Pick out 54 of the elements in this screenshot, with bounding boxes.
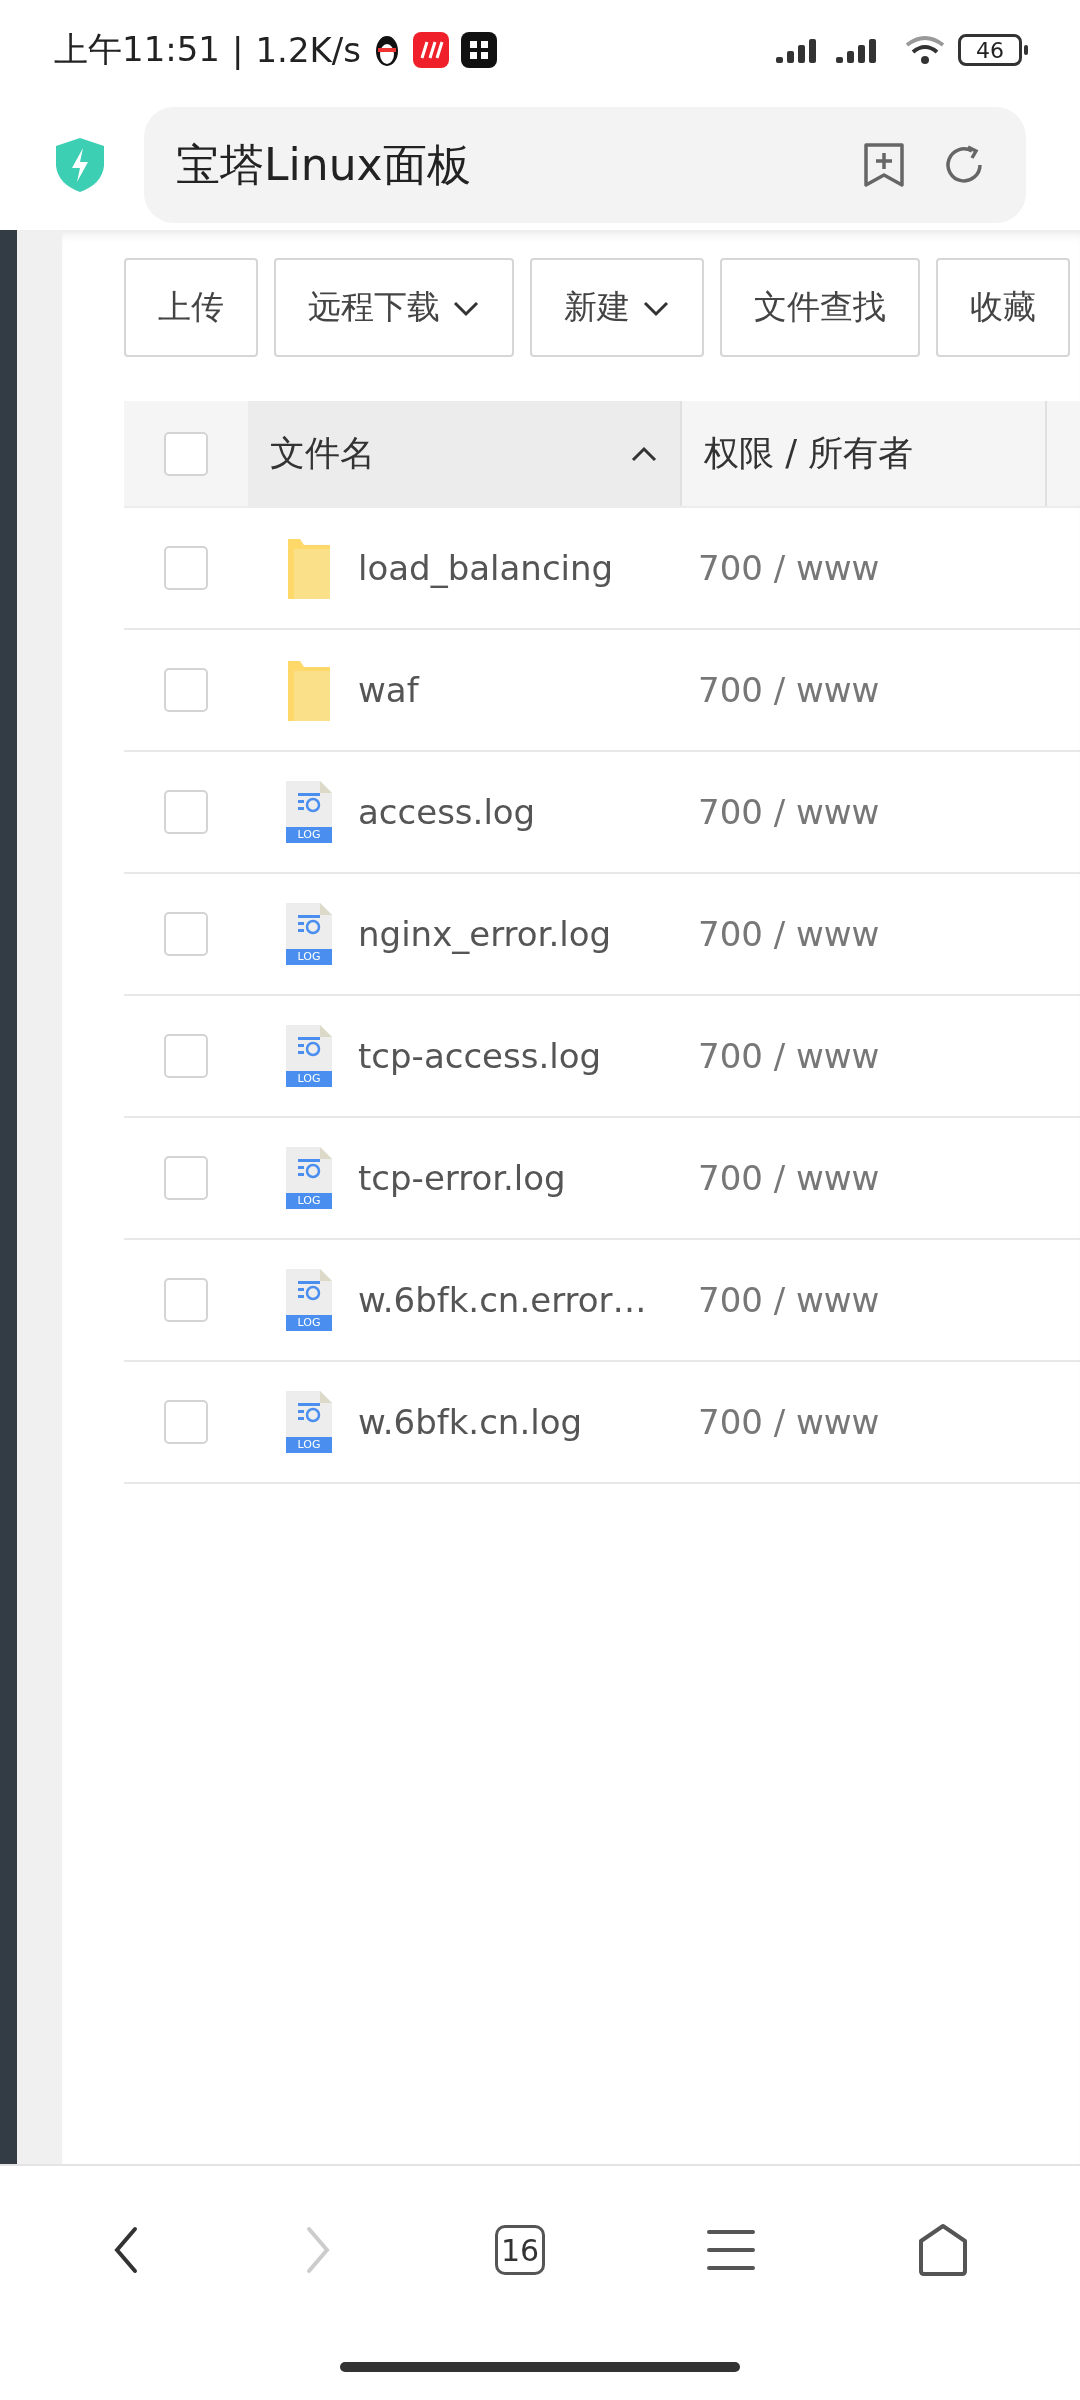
log-file-icon: LOG [286,1391,332,1453]
sort-up-icon [630,444,658,463]
permission-owner: 700 / www [697,1402,880,1442]
tabs-button[interactable]: 16 [495,2225,545,2275]
file-name[interactable]: waf [358,670,419,710]
log-file-icon: LOG [286,781,332,843]
battery-indicator: 46 [958,34,1022,66]
toolbar-button[interactable]: 文件查找 [720,258,920,357]
file-name[interactable]: tcp-error.log [358,1158,566,1198]
address-bar[interactable]: 宝塔Linux面板 [144,107,1026,223]
permission-owner: 700 / www [697,914,880,954]
permission-owner: 700 / www [697,1036,880,1076]
file-name[interactable]: w.6bfk.cn.error… [358,1280,647,1320]
row-checkbox[interactable] [164,1156,208,1200]
row-checkbox[interactable] [164,546,208,590]
permission-owner: 700 / www [697,1158,880,1198]
bookmark-add-icon[interactable] [862,141,906,189]
column-header[interactable]: 文件名 [248,401,682,506]
row-checkbox[interactable] [164,1034,208,1078]
file-name[interactable]: nginx_error.log [358,914,612,954]
row-checkbox[interactable] [164,912,208,956]
log-file-icon: LOG [286,1269,332,1331]
menu-button[interactable] [707,2228,755,2272]
row-checkbox[interactable] [164,668,208,712]
permission-owner: 700 / www [697,548,880,588]
file-name[interactable]: access.log [358,792,536,832]
permission-owner: 700 / www [697,1280,880,1320]
column-header[interactable]: 权限 / 所有者 [682,401,1047,506]
file-name[interactable]: load_balancing [358,548,614,588]
select-all-checkbox[interactable] [164,431,208,476]
app-icon [461,32,497,68]
network-speed: 1.2K/s [255,30,361,70]
toolbar-button[interactable]: 远程下载 [274,258,514,357]
app-icon [413,32,449,68]
penguin-icon [373,33,401,67]
permission-owner: 700 / www [697,792,880,832]
status-separator: | [232,30,244,70]
log-file-icon: LOG [286,903,332,965]
shield-icon [54,136,106,194]
wifi-icon [904,34,946,66]
page-title: 宝塔Linux面板 [176,137,472,192]
file-name[interactable]: tcp-access.log [358,1036,602,1076]
permission-owner: 700 / www [697,670,880,710]
row-checkbox[interactable] [164,1400,208,1444]
log-file-icon: LOG [286,1025,332,1087]
toolbar-button[interactable]: 新建 [530,258,704,357]
toolbar-button[interactable]: 收藏 [936,258,1070,357]
log-file-icon: LOG [286,1147,332,1209]
row-checkbox[interactable] [164,1278,208,1322]
home-button[interactable] [917,2223,969,2277]
row-checkbox[interactable] [164,790,208,834]
toolbar-button[interactable]: 上传 [124,258,258,357]
file-name[interactable]: w.6bfk.cn.log [358,1402,583,1442]
status-time: 上午11:51 [54,28,220,71]
